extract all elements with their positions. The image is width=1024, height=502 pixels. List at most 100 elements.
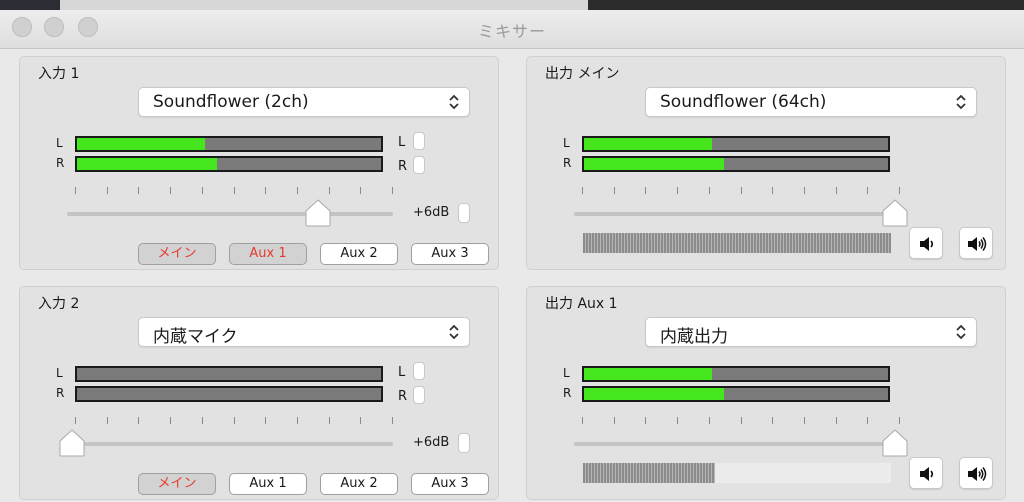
- volume-ticks: [582, 187, 900, 195]
- gain-slider-knob[interactable]: [59, 429, 85, 457]
- tick-mark: [582, 417, 583, 424]
- tick-mark: [614, 187, 615, 194]
- tick-mark: [677, 187, 678, 194]
- input-device-select[interactable]: Soundflower (2ch): [138, 87, 470, 117]
- volume-down-button[interactable]: [909, 227, 943, 259]
- output-level-fill: [583, 463, 716, 483]
- tick-mark: [582, 187, 583, 194]
- channel-map-r: R: [398, 159, 408, 174]
- tick-mark: [614, 417, 615, 424]
- speaker-low-icon: [920, 237, 934, 251]
- channel-label-r: R: [56, 156, 65, 170]
- tick-mark: [360, 417, 361, 424]
- channel-map-stepper-l[interactable]: [413, 362, 425, 380]
- meter-fill: [584, 388, 724, 400]
- channel-label-l: L: [563, 136, 570, 150]
- route-main-button[interactable]: メイン: [138, 473, 216, 495]
- gain-slider[interactable]: [67, 442, 393, 446]
- tick-mark: [265, 187, 266, 194]
- tick-mark: [265, 417, 266, 424]
- tick-mark: [170, 187, 171, 194]
- tick-mark: [804, 187, 805, 194]
- gain-ticks: [75, 187, 393, 195]
- channel-label-l: L: [563, 366, 570, 380]
- tick-mark: [709, 417, 710, 424]
- route-aux1-button[interactable]: Aux 1: [229, 243, 307, 265]
- tick-mark: [741, 187, 742, 194]
- level-meter-r: [582, 386, 890, 402]
- volume-slider[interactable]: [574, 442, 900, 446]
- volume-up-button[interactable]: [959, 227, 993, 259]
- channel-label-r: R: [563, 386, 572, 400]
- tick-mark: [107, 187, 108, 194]
- speaker-low-icon: [920, 467, 934, 481]
- level-meter-l: [582, 136, 890, 152]
- selected-device: 内蔵マイク: [153, 327, 238, 347]
- volume-slider-knob[interactable]: [882, 429, 908, 457]
- route-main-button[interactable]: メイン: [138, 243, 216, 265]
- tick-mark: [392, 187, 393, 194]
- output-level-bar: [583, 463, 891, 483]
- output-device-select[interactable]: Soundflower (64ch): [645, 87, 977, 117]
- route-aux1-button[interactable]: Aux 1: [229, 473, 307, 495]
- gain-ticks: [75, 417, 393, 425]
- tick-mark: [645, 417, 646, 424]
- channel-map-l: L: [398, 135, 406, 150]
- tick-mark: [867, 417, 868, 424]
- channel-label-r: R: [563, 156, 572, 170]
- tick-mark: [360, 187, 361, 194]
- chevron-updown-icon: [956, 94, 966, 110]
- gain-slider[interactable]: [67, 212, 393, 216]
- channel-map-l: L: [398, 365, 406, 380]
- desktop-strip: [0, 0, 60, 10]
- selected-device: Soundflower (64ch): [660, 92, 827, 112]
- output-level-bar: [583, 233, 891, 253]
- volume-ticks: [582, 417, 900, 425]
- tick-mark: [899, 187, 900, 194]
- tick-mark: [234, 187, 235, 194]
- volume-down-button[interactable]: [909, 457, 943, 489]
- volume-slider[interactable]: [574, 212, 900, 216]
- volume-slider-knob[interactable]: [882, 199, 908, 227]
- panel-title: 出力 Aux 1: [545, 296, 618, 312]
- level-meter-l: [75, 136, 383, 152]
- tick-mark: [899, 417, 900, 424]
- panel-title: 入力 2: [38, 296, 80, 312]
- channel-label-l: L: [56, 136, 63, 150]
- tick-mark: [677, 417, 678, 424]
- gain-stepper[interactable]: [458, 433, 470, 453]
- gain-stepper[interactable]: [458, 203, 470, 223]
- tick-mark: [75, 187, 76, 194]
- window-title: ミキサー: [477, 22, 546, 41]
- tick-mark: [202, 187, 203, 194]
- desktop-strip: [60, 0, 588, 10]
- route-aux3-button[interactable]: Aux 3: [411, 243, 489, 265]
- channel-map-stepper-l[interactable]: [413, 132, 425, 150]
- input-device-select[interactable]: 内蔵マイク: [138, 317, 470, 347]
- tick-mark: [836, 187, 837, 194]
- selected-device: Soundflower (2ch): [153, 92, 309, 112]
- tick-mark: [804, 417, 805, 424]
- tick-mark: [645, 187, 646, 194]
- input-2-panel: 入力 2 内蔵マイク L R L R +6dB メイン Aux 1 Aux 2 …: [19, 286, 499, 500]
- panel-title: 出力 メイン: [545, 66, 620, 82]
- volume-up-button[interactable]: [959, 457, 993, 489]
- output-level-fill: [583, 233, 891, 253]
- tick-mark: [741, 417, 742, 424]
- tick-mark: [329, 187, 330, 194]
- output-device-select[interactable]: 内蔵出力: [645, 317, 977, 347]
- route-aux2-button[interactable]: Aux 2: [320, 243, 398, 265]
- gain-slider-knob[interactable]: [305, 199, 331, 227]
- route-aux3-button[interactable]: Aux 3: [411, 473, 489, 495]
- tick-mark: [867, 187, 868, 194]
- channel-map-stepper-r[interactable]: [413, 156, 425, 174]
- channel-label-l: L: [56, 366, 63, 380]
- route-aux2-button[interactable]: Aux 2: [320, 473, 398, 495]
- speaker-high-icon: [968, 237, 987, 251]
- desktop-strip: [588, 0, 1024, 10]
- level-meter-r: [75, 386, 383, 402]
- tick-mark: [772, 417, 773, 424]
- title-bar[interactable]: ミキサー: [0, 10, 1024, 49]
- channel-map-stepper-r[interactable]: [413, 386, 425, 404]
- tick-mark: [392, 417, 393, 424]
